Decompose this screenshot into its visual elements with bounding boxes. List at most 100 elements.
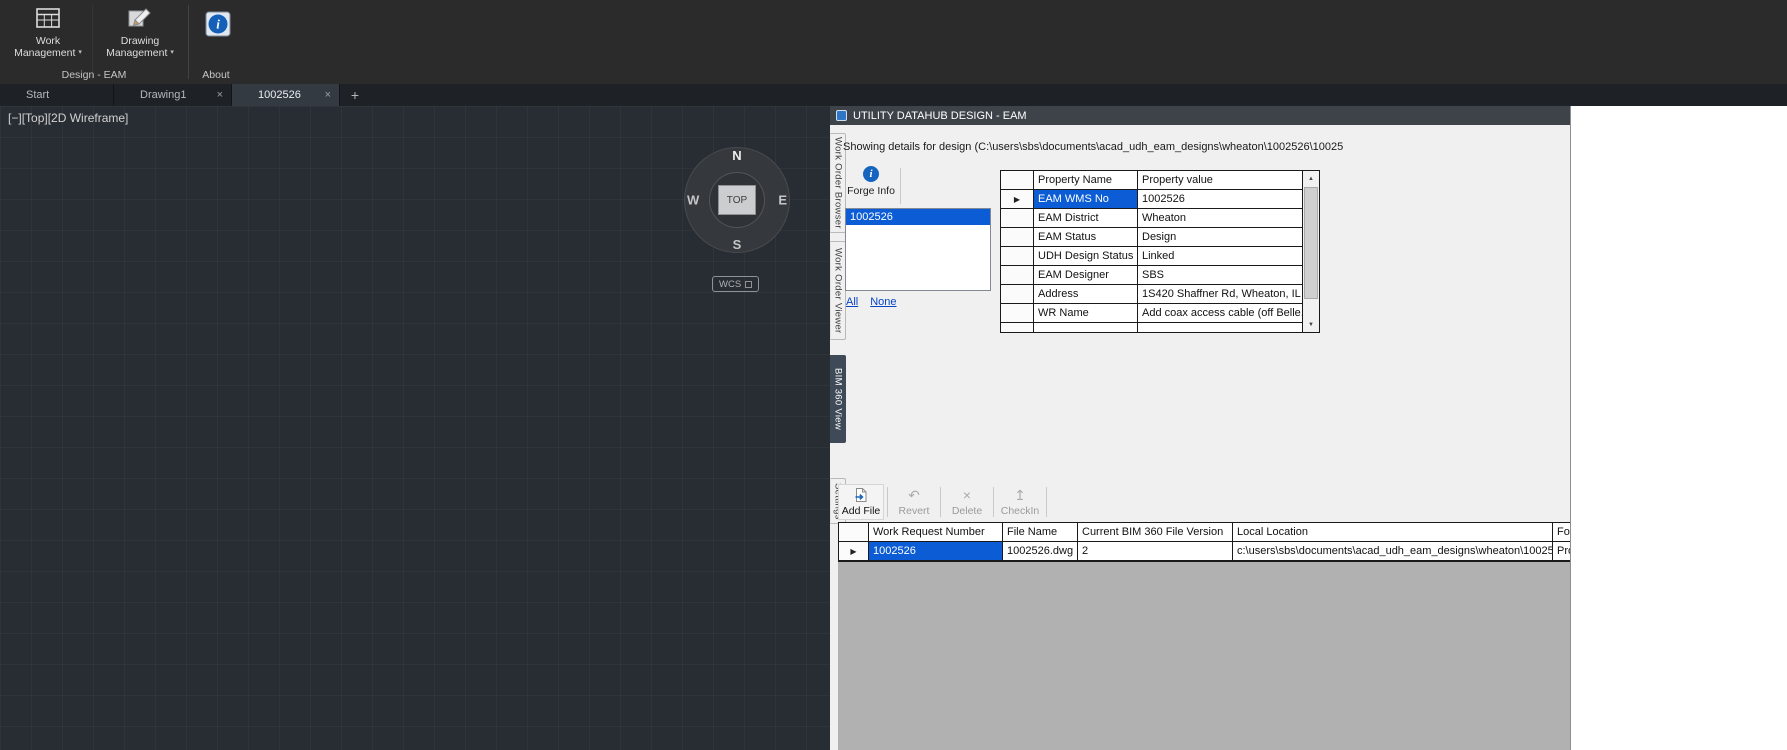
scroll-down-icon[interactable]: ▼ xyxy=(1303,317,1319,332)
property-value-cell[interactable]: SBS xyxy=(1138,266,1302,285)
property-name-cell[interactable]: EAM Designer xyxy=(1034,266,1138,285)
ucs-indicator[interactable]: WCS xyxy=(712,276,759,292)
file-table: Work Request Number File Name Current BI… xyxy=(838,522,1570,562)
about-button[interactable]: i xyxy=(198,7,238,63)
property-value-cell[interactable]: Design xyxy=(1138,228,1302,247)
property-name-cell[interactable]: Address xyxy=(1034,285,1138,304)
property-name-cell[interactable] xyxy=(1034,323,1138,333)
property-value-cell[interactable]: 1002526 xyxy=(1138,190,1302,209)
current-row-arrow-icon: ▶ xyxy=(850,547,856,556)
cell-clipped[interactable]: Pro xyxy=(1553,542,1570,561)
add-file-button[interactable]: Add File xyxy=(838,484,884,520)
col-bim360-version[interactable]: Current BIM 360 File Version xyxy=(1078,523,1233,542)
property-name-cell[interactable]: UDH Design Status xyxy=(1034,247,1138,266)
drawing-management-label: Drawing Management ▾ xyxy=(106,35,174,59)
checkin-icon: ↥ xyxy=(1014,487,1026,503)
row-selector[interactable] xyxy=(1001,304,1034,323)
property-row: EAM Designer SBS xyxy=(1001,266,1302,285)
revert-label: Revert xyxy=(899,505,930,517)
ribbon: Work Management ▾ Drawing Management ▾ D… xyxy=(0,0,1787,84)
close-icon[interactable]: × xyxy=(217,89,223,101)
row-selector[interactable]: ▶ xyxy=(1001,190,1034,209)
row-selector[interactable]: ▶ xyxy=(839,542,869,561)
tab-label: 1002526 xyxy=(258,89,301,101)
toolbar-divider xyxy=(900,168,901,204)
file-table-header-row: Work Request Number File Name Current BI… xyxy=(839,523,1570,542)
close-icon[interactable]: × xyxy=(325,89,331,101)
compass-east[interactable]: E xyxy=(778,193,787,208)
col-clipped[interactable]: Fo xyxy=(1553,523,1570,542)
row-selector[interactable] xyxy=(1001,323,1034,333)
view-compass: N W E S TOP xyxy=(678,141,796,259)
row-selector[interactable] xyxy=(1001,228,1034,247)
property-value-cell[interactable]: Add coax access cable (off Belle... xyxy=(1138,304,1302,323)
compass-west[interactable]: W xyxy=(687,193,699,208)
property-name-cell[interactable]: EAM WMS No xyxy=(1034,190,1138,209)
forge-info-label: Forge Info xyxy=(847,185,895,197)
property-grid-header-value[interactable]: Property value xyxy=(1138,171,1302,190)
toolbar-divider xyxy=(993,487,994,517)
col-file-name[interactable]: File Name xyxy=(1003,523,1078,542)
property-row: Address 1S420 Shaffner Rd, Wheaton, IL .… xyxy=(1001,285,1302,304)
work-management-button[interactable]: Work Management ▾ xyxy=(6,3,90,63)
property-name-cell[interactable]: WR Name xyxy=(1034,304,1138,323)
property-value-cell[interactable]: 1S420 Shaffner Rd, Wheaton, IL ... xyxy=(1138,285,1302,304)
chevron-down-icon: ▾ xyxy=(78,47,82,59)
forge-info-button[interactable]: i Forge Info xyxy=(844,166,898,206)
scrollbar-thumb[interactable] xyxy=(1304,187,1318,299)
drawing-viewport[interactable]: [−][Top][2D Wireframe] N W E S TOP WCS xyxy=(0,106,830,750)
new-tab-button[interactable]: + xyxy=(340,84,370,106)
tab-bim-360-view[interactable]: BIM 360 View xyxy=(830,355,846,443)
property-value-cell[interactable] xyxy=(1138,323,1302,333)
row-selector[interactable] xyxy=(1001,209,1034,228)
row-selector[interactable] xyxy=(1001,285,1034,304)
drawing-management-button[interactable]: Drawing Management ▾ xyxy=(96,3,184,63)
utility-datahub-panel: UTILITY DATAHUB DESIGN - EAM Work Order … xyxy=(830,106,1570,750)
viewport-menu-control[interactable]: [−] xyxy=(8,111,22,125)
cell-bim360-version[interactable]: 2 xyxy=(1078,542,1233,561)
tab-drawing1[interactable]: Drawing1 × xyxy=(114,84,232,106)
property-row: EAM District Wheaton xyxy=(1001,209,1302,228)
col-work-request-number[interactable]: Work Request Number xyxy=(869,523,1003,542)
ucs-label: WCS xyxy=(719,279,741,290)
svg-text:i: i xyxy=(216,17,220,32)
select-none-link[interactable]: None xyxy=(870,296,896,308)
property-row: EAM Status Design xyxy=(1001,228,1302,247)
property-name-cell[interactable]: EAM Status xyxy=(1034,228,1138,247)
property-value-cell[interactable]: Wheaton xyxy=(1138,209,1302,228)
tab-1002526[interactable]: 1002526 × xyxy=(232,84,340,106)
ribbon-group-divider xyxy=(188,5,189,79)
property-name-cell[interactable]: EAM District xyxy=(1034,209,1138,228)
scroll-up-icon[interactable]: ▲ xyxy=(1303,171,1319,186)
select-all-link[interactable]: All xyxy=(846,296,858,308)
revert-button[interactable]: ↶ Revert xyxy=(891,484,937,520)
panel-title-text: UTILITY DATAHUB DESIGN - EAM xyxy=(853,110,1027,122)
info-icon: i xyxy=(205,11,231,40)
panel-titlebar[interactable]: UTILITY DATAHUB DESIGN - EAM xyxy=(830,106,1570,125)
compass-top-face[interactable]: TOP xyxy=(718,185,756,215)
file-tab-bar: Start Drawing1 × 1002526 × + xyxy=(0,84,1787,106)
cell-file-name[interactable]: 1002526.dwg xyxy=(1003,542,1078,561)
delete-button[interactable]: × Delete xyxy=(944,484,990,520)
compass-north[interactable]: N xyxy=(678,148,796,163)
viewport-view-control[interactable]: [Top] xyxy=(22,111,48,125)
property-grid-header-name[interactable]: Property Name xyxy=(1034,171,1138,190)
checkin-button[interactable]: ↥ CheckIn xyxy=(997,484,1043,520)
col-local-location[interactable]: Local Location xyxy=(1233,523,1553,542)
tab-work-order-viewer[interactable]: Work Order Viewer xyxy=(830,241,846,340)
compass-south[interactable]: S xyxy=(678,237,796,252)
design-list-item[interactable]: 1002526 xyxy=(846,209,990,225)
row-selector[interactable] xyxy=(1001,247,1034,266)
property-grid-scrollbar[interactable]: ▲ ▼ xyxy=(1302,171,1319,332)
checkin-label: CheckIn xyxy=(1001,505,1040,517)
cell-local-location[interactable]: c:\users\sbs\documents\acad_udh_eam_desi… xyxy=(1233,542,1553,561)
tab-start[interactable]: Start xyxy=(0,84,114,106)
showing-details-text: Showing details for design (C:\users\sbs… xyxy=(843,141,1343,153)
property-value-cell[interactable]: Linked xyxy=(1138,247,1302,266)
cell-work-request-number[interactable]: 1002526 xyxy=(869,542,1003,561)
property-grid-corner xyxy=(1001,171,1034,190)
row-selector[interactable] xyxy=(1001,266,1034,285)
viewport-visualstyle-control[interactable]: [2D Wireframe] xyxy=(48,111,129,125)
chevron-down-icon: ▾ xyxy=(170,47,174,59)
table-grid-icon xyxy=(35,7,61,32)
